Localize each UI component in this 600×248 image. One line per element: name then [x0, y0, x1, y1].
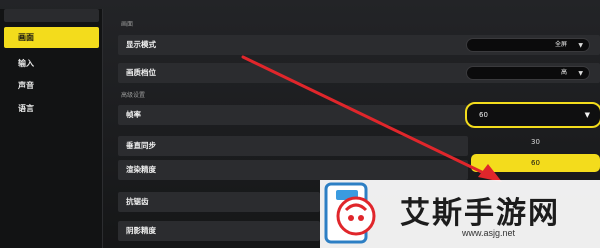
watermark-brand: 艾斯手游网: [400, 196, 560, 231]
setting-row-antialiasing[interactable]: 抗锯齿: [118, 192, 320, 212]
setting-row-shadow[interactable]: 阴影精度: [118, 221, 320, 241]
select-value: 60: [479, 111, 488, 119]
setting-row-vsync[interactable]: 垂直同步: [118, 136, 468, 156]
chevron-down-icon: ▼: [578, 42, 583, 49]
sidebar-item-language[interactable]: 语言: [4, 98, 99, 119]
dropdown-option-30[interactable]: 30: [471, 133, 600, 151]
settings-screen: 画面 输入 声音 语言 画面 显示模式 全屏 ▼ 画质档位 高 ▼ 高级设置 帧…: [0, 0, 600, 248]
watermark-logo-icon: [324, 182, 376, 244]
sidebar-item-display[interactable]: 画面: [4, 27, 99, 48]
quality-select[interactable]: 高 ▼: [466, 66, 590, 80]
watermark: 艾斯手游网 www.asjg.net: [320, 180, 600, 248]
setting-label: 垂直同步: [126, 141, 156, 150]
section-title-display: 画面: [121, 21, 134, 28]
setting-label: 显示模式: [126, 40, 156, 49]
sidebar-item-input[interactable]: 输入: [4, 53, 99, 74]
chevron-down-icon: ▼: [584, 111, 590, 119]
select-value: 全屏: [554, 41, 567, 48]
setting-label: 抗锯齿: [126, 197, 149, 206]
dropdown-option-60[interactable]: 60: [471, 154, 600, 172]
framerate-dropdown: 30 60: [471, 132, 600, 177]
setting-row-quality[interactable]: 画质档位 高 ▼: [118, 63, 600, 83]
select-value: 高: [560, 69, 567, 76]
setting-label: 画质档位: [126, 68, 156, 77]
framerate-select[interactable]: 60 ▼: [465, 102, 600, 128]
sidebar-item-sound[interactable]: 声音: [4, 75, 99, 96]
setting-label: 渲染精度: [126, 165, 156, 174]
setting-row-display-mode[interactable]: 显示模式 全屏 ▼: [118, 35, 600, 55]
display-mode-select[interactable]: 全屏 ▼: [466, 38, 590, 52]
setting-row-render-precision[interactable]: 渲染精度: [118, 160, 468, 180]
setting-label: 帧率: [126, 110, 141, 119]
sidebar-header-bar: [4, 9, 99, 22]
sidebar: 画面 输入 声音 语言: [0, 9, 103, 248]
section-title-advanced: 高级设置: [121, 92, 146, 99]
setting-label: 阴影精度: [126, 226, 156, 235]
watermark-url: www.asjg.net: [462, 228, 516, 238]
chevron-down-icon: ▼: [578, 70, 583, 77]
